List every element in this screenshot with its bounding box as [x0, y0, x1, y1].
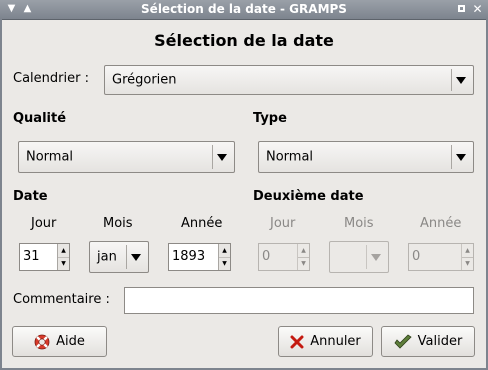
chevron-down-icon — [451, 145, 470, 169]
chevron-down-icon — [212, 145, 231, 169]
maximize-icon[interactable] — [455, 2, 468, 15]
help-button[interactable]: Aide — [12, 326, 107, 357]
year-spinbutton[interactable]: 1893 ▲ ▼ — [168, 243, 231, 271]
spin-up-icon[interactable]: ▲ — [219, 244, 230, 258]
help-button-label: Aide — [56, 334, 85, 349]
year-value: 1893 — [172, 249, 206, 264]
second-date-section-label: Deuxième date — [253, 189, 364, 204]
comment-label: Commentaire : — [13, 292, 110, 307]
calendar-select[interactable]: Grégorien — [104, 65, 474, 95]
chevron-down-icon — [451, 69, 470, 91]
spin-up-icon: ▲ — [462, 244, 473, 258]
second-year-spinbutton: 0 ▲ ▼ — [408, 243, 474, 271]
spin-down-icon: ▼ — [301, 260, 306, 267]
calendar-value: Grégorien — [112, 72, 177, 88]
quality-value: Normal — [26, 149, 74, 165]
second-month-select — [329, 241, 389, 273]
spin-down-icon: ▼ — [465, 260, 470, 267]
title-bar[interactable]: ▼ ▲ Sélection de la date - GRAMPS ✕ — [0, 0, 488, 20]
day-label: Jour — [31, 216, 57, 231]
type-value: Normal — [266, 149, 314, 165]
red-x-icon — [290, 335, 304, 349]
dialog-heading: Sélection de la date — [154, 31, 334, 50]
window-frame-left — [0, 19, 2, 370]
checkmark-icon — [394, 333, 412, 350]
type-select[interactable]: Normal — [258, 141, 474, 173]
ok-button-label: Valider — [417, 334, 463, 349]
chevron-down-icon — [126, 245, 145, 269]
spin-down-icon[interactable]: ▼ — [219, 257, 230, 270]
chevron-down-icon — [366, 245, 385, 269]
comment-input[interactable] — [124, 287, 474, 314]
window-title: Sélection de la date - GRAMPS — [141, 2, 347, 16]
spin-down-icon[interactable]: ▼ — [58, 257, 69, 270]
second-year-value: 0 — [412, 249, 421, 264]
calendar-label: Calendrier : — [13, 71, 89, 86]
month-select[interactable]: jan — [89, 241, 149, 273]
second-year-label: Année — [420, 216, 462, 231]
spin-up-icon: ▲ — [298, 244, 309, 258]
quality-select[interactable]: Normal — [18, 141, 235, 173]
cancel-button-label: Annuler — [310, 334, 361, 349]
day-spinbutton[interactable]: 31 ▲ ▼ — [19, 243, 70, 271]
month-value: jan — [97, 249, 117, 265]
ok-button[interactable]: Valider — [381, 326, 475, 357]
quality-label: Qualité — [13, 111, 67, 126]
year-label: Année — [181, 216, 223, 231]
second-day-value: 0 — [262, 249, 271, 264]
day-value: 31 — [23, 249, 40, 264]
cancel-button[interactable]: Annuler — [278, 326, 373, 357]
second-day-spinbutton: 0 ▲ ▼ — [258, 243, 310, 271]
close-icon[interactable]: ✕ — [471, 2, 484, 15]
type-label: Type — [253, 111, 287, 126]
date-section-label: Date — [13, 189, 48, 204]
second-day-label: Jour — [270, 216, 296, 231]
lifebuoy-icon — [34, 334, 50, 350]
spin-up-icon[interactable]: ▲ — [58, 244, 69, 258]
month-label: Mois — [103, 216, 133, 231]
second-month-label: Mois — [344, 216, 374, 231]
